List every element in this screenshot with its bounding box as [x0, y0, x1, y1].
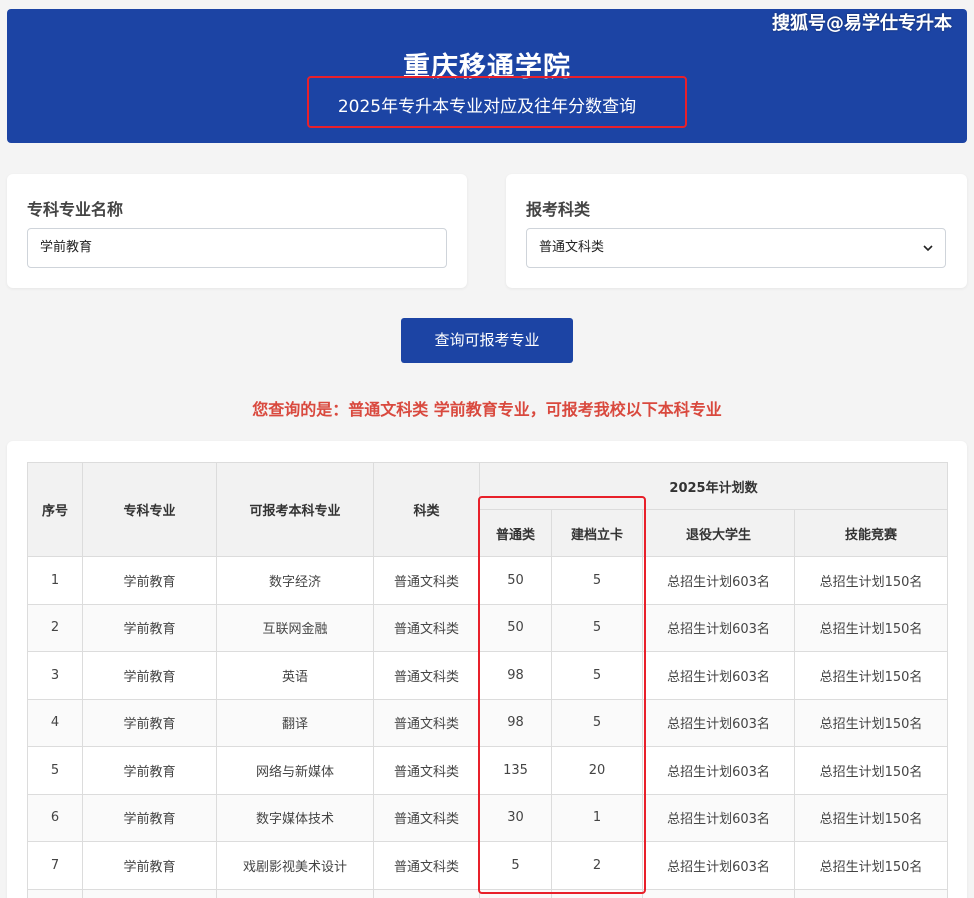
cell-major: 学前教育: [82, 698, 217, 747]
cell-index: 2: [27, 603, 83, 652]
cell-index: 7: [27, 841, 83, 890]
table-row: 3 学前教育 英语 普通文科类 98 5 总招生计划603名 总招生计划150名: [27, 651, 948, 700]
cell-skill: 总招生计划150名: [794, 793, 948, 842]
header-index: 序号: [27, 462, 83, 557]
cell-archive: 5: [551, 556, 643, 605]
cell-veteran: [642, 888, 795, 898]
header-skill: 技能竞赛: [794, 509, 948, 557]
cell-skill: 总招生计划150名: [794, 651, 948, 700]
cell-major: 学前教育: [82, 651, 217, 700]
cell-index: [27, 888, 83, 898]
cell-major: 学前教育: [82, 603, 217, 652]
cell-veteran: 总招生计划603名: [642, 603, 795, 652]
query-button[interactable]: 查询可报考专业: [401, 318, 573, 363]
cell-skill: 总招生计划150名: [794, 698, 948, 747]
cell-regular: 30: [479, 793, 552, 842]
result-message: 您查询的是：普通文科类 学前教育专业，可报考我校以下本科专业: [252, 400, 722, 419]
cell-skill: [794, 888, 948, 898]
page-subtitle: 2025年专升本专业对应及往年分数查询: [337, 97, 637, 117]
cell-target-major: 英语: [216, 651, 374, 700]
cell-veteran: 总招生计划603名: [642, 746, 795, 795]
cell-regular: 98: [479, 651, 552, 700]
cell-veteran: 总招生计划603名: [642, 556, 795, 605]
cell-target-major: 数字媒体技术: [216, 793, 374, 842]
cell-category: 普通文科类: [373, 556, 480, 605]
cell-veteran: 总招生计划603名: [642, 698, 795, 747]
header-target-major: 可报考本科专业: [216, 462, 374, 557]
cell-category: 普通文科类: [373, 603, 480, 652]
header-category: 科类: [373, 462, 480, 557]
category-label: 报考科类: [526, 200, 591, 219]
cell-category: 普通文科类: [373, 746, 480, 795]
table-row: 5 学前教育 网络与新媒体 普通文科类 135 20 总招生计划603名 总招生计划150名: [27, 746, 948, 795]
cell-major: 学前教育: [82, 793, 217, 842]
cell-category: 普通文科类: [373, 698, 480, 747]
results-table: 序号 专科专业 可报考本科专业 科类 2025年计划数 普通类 建档立卡 退役大…: [27, 462, 948, 898]
cell-archive: 5: [551, 603, 643, 652]
cell-category: [373, 888, 480, 898]
cell-veteran: 总招生计划603名: [642, 841, 795, 890]
cell-archive: [551, 888, 643, 898]
major-input[interactable]: 学前教育: [27, 228, 447, 268]
cell-archive: 2: [551, 841, 643, 890]
category-card: 报考科类 普通文科类: [506, 174, 967, 288]
cell-category: 普通文科类: [373, 651, 480, 700]
table-row: 1 学前教育 数字经济 普通文科类 50 5 总招生计划603名 总招生计划150名: [27, 556, 948, 605]
cell-index: 5: [27, 746, 83, 795]
major-label: 专科专业名称: [27, 200, 124, 219]
cell-index: 1: [27, 556, 83, 605]
cell-skill: 总招生计划150名: [794, 556, 948, 605]
cell-index: 4: [27, 698, 83, 747]
cell-veteran: 总招生计划603名: [642, 651, 795, 700]
cell-archive: 20: [551, 746, 643, 795]
table-row: 7 学前教育 戏剧影视美术设计 普通文科类 5 2 总招生计划603名 总招生计划150名: [27, 841, 948, 890]
cell-major: [82, 888, 217, 898]
major-card: 专科专业名称 学前教育: [7, 174, 467, 288]
header-veteran: 退役大学生: [642, 509, 795, 557]
table-row: 2 学前教育 互联网金融 普通文科类 50 5 总招生计划603名 总招生计划150名: [27, 603, 948, 652]
header-plan-group: 2025年计划数: [479, 462, 948, 510]
cell-archive: 5: [551, 698, 643, 747]
category-select-value: 普通文科类: [539, 240, 605, 255]
watermark: 搜狐号@易学仕专升本: [772, 13, 952, 34]
cell-regular: 50: [479, 603, 552, 652]
cell-regular: 50: [479, 556, 552, 605]
cell-regular: 135: [479, 746, 552, 795]
cell-index: 3: [27, 651, 83, 700]
table-row: 4 学前教育 翻译 普通文科类 98 5 总招生计划603名 总招生计划150名: [27, 698, 948, 747]
cell-skill: 总招生计划150名: [794, 603, 948, 652]
cell-index: 6: [27, 793, 83, 842]
cell-regular: [479, 888, 552, 898]
table-row: 6 学前教育 数字媒体技术 普通文科类 30 1 总招生计划603名 总招生计划150名: [27, 793, 948, 842]
results-card: 序号 专科专业 可报考本科专业 科类 2025年计划数 普通类 建档立卡 退役大…: [7, 441, 967, 898]
header-archive: 建档立卡: [551, 509, 643, 557]
cell-veteran: 总招生计划603名: [642, 793, 795, 842]
cell-archive: 5: [551, 651, 643, 700]
cell-category: 普通文科类: [373, 841, 480, 890]
header-major: 专科专业: [82, 462, 217, 557]
cell-category: 普通文科类: [373, 793, 480, 842]
cell-target-major: 网络与新媒体: [216, 746, 374, 795]
cell-archive: 1: [551, 793, 643, 842]
cell-target-major: 戏剧影视美术设计: [216, 841, 374, 890]
cell-regular: 98: [479, 698, 552, 747]
cell-target-major: 翻译: [216, 698, 374, 747]
header-regular: 普通类: [479, 509, 552, 557]
cell-skill: 总招生计划150名: [794, 841, 948, 890]
cell-regular: 5: [479, 841, 552, 890]
cell-skill: 总招生计划150名: [794, 746, 948, 795]
category-select[interactable]: 普通文科类: [526, 228, 946, 268]
cell-major: 学前教育: [82, 556, 217, 605]
cell-major: 学前教育: [82, 841, 217, 890]
cell-target-major: [216, 888, 374, 898]
cell-target-major: 数字经济: [216, 556, 374, 605]
chevron-down-icon: [923, 245, 933, 252]
table-row: [27, 888, 948, 898]
cell-target-major: 互联网金融: [216, 603, 374, 652]
cell-major: 学前教育: [82, 746, 217, 795]
